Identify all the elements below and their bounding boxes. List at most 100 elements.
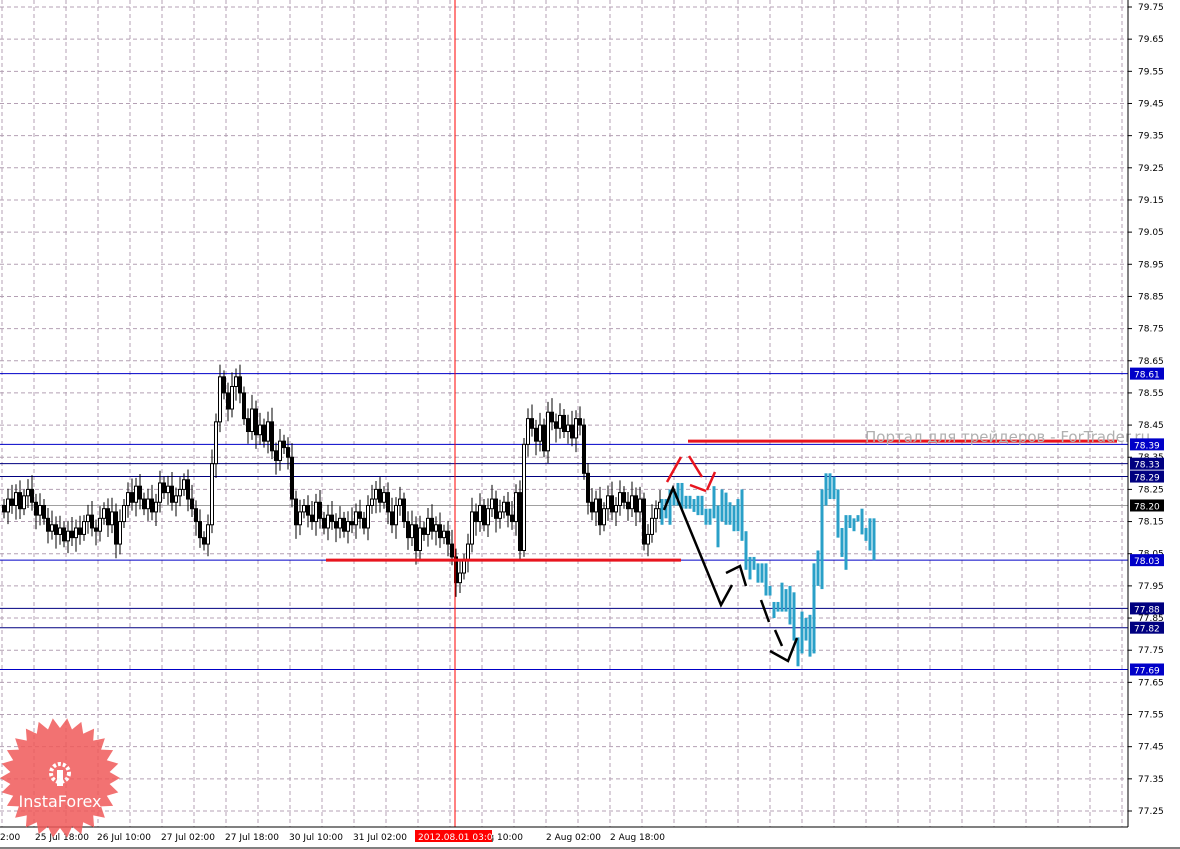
candle-body-bull: [82, 521, 86, 535]
candle-body-bull: [646, 533, 650, 545]
candle: [598, 486, 602, 536]
forecast-bar: [728, 502, 732, 525]
forecast-bar: [828, 473, 832, 500]
candle: [558, 403, 562, 439]
price-tick-label: 77.65: [1138, 678, 1164, 688]
candle-body-bear: [226, 392, 230, 410]
candle-body-bear: [170, 485, 174, 503]
candle: [570, 410, 574, 447]
watermark: Портал для трейдеров - ForTrader.ru: [865, 428, 1150, 446]
candle: [394, 497, 398, 539]
candle: [606, 485, 610, 521]
candle-body-bear: [274, 450, 278, 461]
level-price-label: 78.61: [1134, 371, 1160, 381]
time-tick-label: 26 Jul 10:00: [97, 833, 151, 843]
candle: [634, 487, 638, 527]
candle: [94, 519, 98, 546]
candle-body-bull: [394, 504, 398, 526]
candle-body-bear: [290, 456, 294, 500]
candle-body-bear: [642, 498, 646, 545]
candle-body-bear: [310, 514, 314, 523]
candle-body-bear: [474, 511, 478, 523]
price-tick-label: 78.85: [1138, 292, 1164, 302]
price-tick-label: 77.25: [1138, 807, 1164, 817]
candle: [202, 531, 206, 551]
candle-body-bear: [330, 514, 334, 523]
candle-body-bear: [518, 492, 522, 552]
candle: [258, 412, 262, 446]
candle-body-bull: [654, 508, 658, 519]
candle-body-bull: [250, 408, 254, 433]
forecast-bar: [752, 556, 756, 570]
candle: [42, 499, 46, 525]
candle-body-bull: [158, 482, 162, 503]
price-axis[interactable]: 79.75 79.65 79.55 79.45 79.35 79.25 79.15 79.05…: [1128, 3, 1164, 817]
candle: [430, 504, 434, 540]
time-axis[interactable]: 2:00 25 Jul 18:00 26 Jul 10:00 27 Jul 02:00…: [0, 718, 665, 843]
candle: [526, 408, 530, 457]
candle-body-bear: [406, 521, 410, 539]
candle: [530, 404, 534, 437]
candle-body-bear: [554, 421, 558, 429]
bid-price-label: 78.20: [1134, 502, 1160, 512]
candle-body-bear: [506, 501, 510, 516]
candle: [366, 495, 370, 541]
candle-body-bull: [426, 517, 430, 535]
forecast-bar: [780, 582, 784, 612]
candle-body-bear: [390, 511, 394, 526]
forecast-bar: [852, 518, 856, 532]
candle-body-bear: [598, 498, 602, 526]
candle-body-bull: [110, 511, 114, 526]
price-tick-label: 77.55: [1138, 711, 1164, 721]
forecast-bar: [820, 489, 824, 590]
level-price-label: 78.29: [1134, 474, 1160, 484]
forecast-bar: [708, 508, 712, 525]
forecast-path-segment: [725, 564, 748, 587]
forecast-path-segment: [773, 629, 784, 647]
candle-body-bull: [538, 424, 542, 442]
candle: [98, 506, 102, 542]
candle-body-bull: [466, 543, 470, 561]
candle-body-bear: [318, 501, 322, 519]
candle-body-bear: [450, 543, 454, 558]
candle: [610, 481, 614, 521]
candle-body-bear: [610, 495, 614, 513]
candle-body-bear: [194, 508, 198, 523]
forecast-bar: [696, 495, 700, 516]
candle: [218, 364, 222, 433]
candle-body-bull: [462, 559, 466, 574]
candle: [398, 486, 402, 516]
candle-body-bull: [638, 498, 642, 513]
candle-body-bull: [266, 421, 270, 442]
candle-body-bear: [94, 527, 98, 532]
candle-body-bear: [334, 521, 338, 529]
candle: [650, 504, 654, 543]
candle: [66, 520, 70, 554]
candle: [254, 400, 258, 449]
candle-body-bear: [270, 421, 274, 452]
forecast-bar: [804, 618, 808, 641]
price-tick-label: 78.95: [1138, 260, 1164, 270]
time-tick-label: 2 Aug 02:00: [546, 833, 601, 843]
price-tick-label: 77.45: [1138, 743, 1164, 753]
candles: [2, 364, 662, 597]
price-tick-label: 77.75: [1138, 646, 1164, 656]
candle: [406, 511, 410, 550]
candle: [586, 463, 590, 515]
candle: [518, 480, 522, 561]
candle: [326, 504, 330, 541]
price-tick-label: 78.45: [1138, 421, 1164, 431]
candle: [362, 511, 366, 535]
candle: [6, 488, 10, 525]
candle-body-bull: [66, 530, 70, 542]
candle-body-bull: [206, 524, 210, 545]
price-tick-label: 79.15: [1138, 196, 1164, 206]
candle-body-bull: [526, 418, 530, 445]
candle: [210, 449, 214, 534]
time-tick-label: 25 Jul 18:00: [35, 833, 89, 843]
candle: [106, 498, 110, 537]
time-tick-label: 2:00: [0, 833, 20, 843]
candle-body-bull: [522, 443, 526, 552]
candle: [166, 475, 170, 505]
price-chart[interactable]: Портал для трейдеров - ForTrader.ru 79.7…: [0, 0, 1180, 849]
